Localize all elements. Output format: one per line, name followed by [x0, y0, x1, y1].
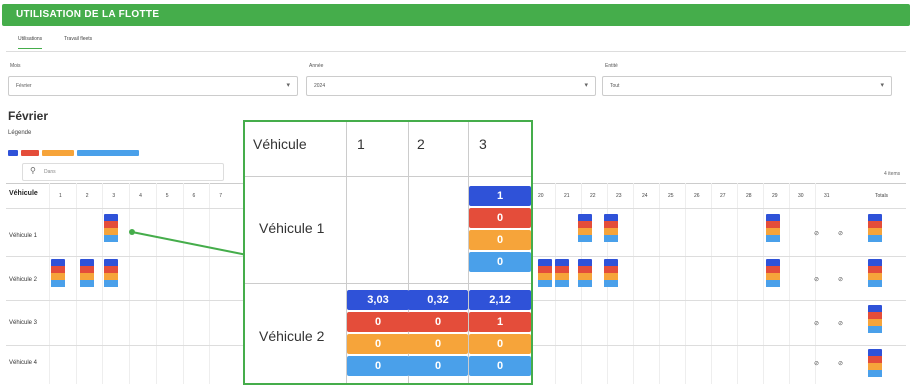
value-red: 0	[469, 208, 531, 228]
value-blue: 3,03	[347, 290, 409, 310]
value-blue: 2,12	[469, 290, 531, 310]
zoom-row-label-vehicle-1: Véhicule 1	[259, 220, 325, 236]
zoom-header-day-3: 3	[479, 136, 487, 152]
zoom-divider	[245, 176, 531, 177]
zoom-header-vehicle: Véhicule	[253, 136, 307, 152]
zoom-cell-vehicle-1-day-3[interactable]: 1 0 0 0	[469, 186, 531, 274]
value-blue: 0,32	[408, 290, 468, 310]
value-light-blue: 0	[469, 356, 531, 376]
zoom-divider	[245, 283, 531, 284]
zoom-row-label-vehicle-2: Véhicule 2	[259, 328, 325, 344]
value-orange: 0	[469, 230, 531, 250]
value-red: 1	[469, 312, 531, 332]
value-light-blue: 0	[347, 356, 409, 376]
zoom-header-day-2: 2	[417, 136, 425, 152]
value-blue: 1	[469, 186, 531, 206]
value-red: 0	[408, 312, 468, 332]
value-orange: 0	[347, 334, 409, 354]
value-orange: 0	[469, 334, 531, 354]
value-orange: 0	[408, 334, 468, 354]
zoom-callout: Véhicule 1 2 3 Véhicule 1 Véhicule 2 1 0…	[243, 120, 533, 385]
zoom-cell-vehicle-2-day-1[interactable]: 3,03 0 0 0	[347, 290, 409, 378]
zoom-cell-vehicle-2-day-2[interactable]: 0,32 0 0 0	[408, 290, 468, 378]
value-red: 0	[347, 312, 409, 332]
value-light-blue: 0	[408, 356, 468, 376]
zoom-cell-vehicle-2-day-3[interactable]: 2,12 1 0 0	[469, 290, 531, 378]
zoom-header-day-1: 1	[357, 136, 365, 152]
value-light-blue: 0	[469, 252, 531, 272]
